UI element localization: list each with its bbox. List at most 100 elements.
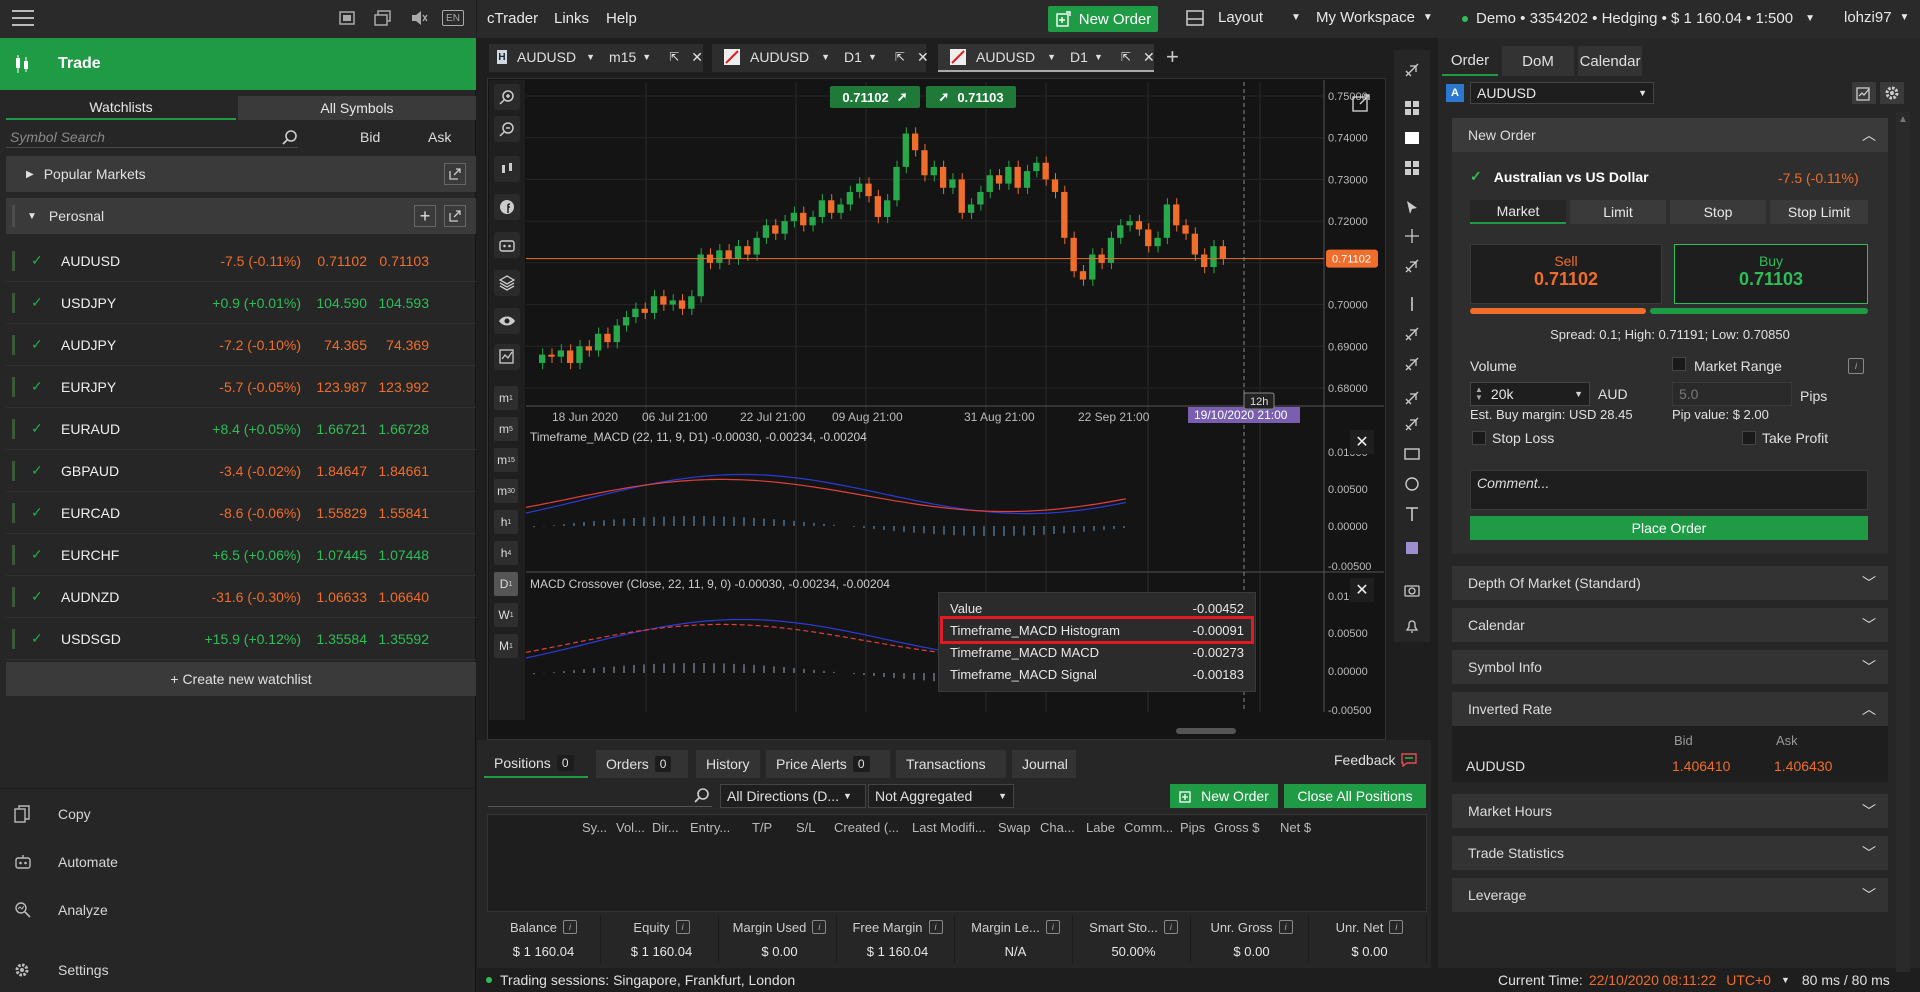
- bottom-tab-orders[interactable]: Orders 0: [596, 750, 688, 778]
- menu-settings[interactable]: Settings: [0, 946, 476, 992]
- column-header[interactable]: Gross $: [1214, 820, 1260, 835]
- section-leverage[interactable]: Leverage ﹀: [1452, 878, 1888, 912]
- menu-copy[interactable]: Copy: [0, 790, 476, 838]
- camera-icon[interactable]: [1400, 578, 1424, 602]
- column-header[interactable]: T/P: [752, 820, 772, 835]
- row-ask[interactable]: 1.07448: [367, 547, 429, 563]
- direction-select[interactable]: All Directions (D... ▼: [720, 784, 866, 808]
- column-header[interactable]: Labe: [1086, 820, 1115, 835]
- sell-button[interactable]: Sell 0.71102: [1470, 244, 1662, 304]
- chart-tab-1[interactable]: H AUDUSD ▼ m15 ▼ ⇱ ✕: [489, 44, 703, 72]
- close-icon[interactable]: ✕: [691, 49, 703, 66]
- row-bid[interactable]: 1.66721: [301, 421, 367, 437]
- popout-icon[interactable]: [444, 205, 466, 227]
- volume-input[interactable]: ▲ ▼ 20k ▼: [1470, 382, 1590, 406]
- aggregation-select[interactable]: Not Aggregated ▼: [868, 784, 1014, 808]
- timeframe-button[interactable]: D1: [494, 572, 518, 596]
- popout-icon[interactable]: ⇱: [895, 50, 905, 64]
- menu-analyze[interactable]: Analyze: [0, 886, 476, 934]
- workspace-menu[interactable]: My Workspace ▼: [1316, 9, 1433, 26]
- info-icon[interactable]: i: [1389, 920, 1404, 934]
- place-order-button[interactable]: Place Order: [1470, 516, 1868, 540]
- stop-loss-checkbox[interactable]: [1472, 431, 1486, 445]
- menu-help[interactable]: Help: [606, 10, 637, 27]
- section-inverted-rate[interactable]: Inverted Rate ︿: [1452, 692, 1888, 726]
- close-all-positions-button[interactable]: Close All Positions: [1284, 784, 1426, 808]
- order-type-limit[interactable]: Limit: [1570, 200, 1666, 224]
- account-selector[interactable]: Demo • 3354202 • Hedging • $ 1 160.04 • …: [1462, 10, 1815, 27]
- row-bid[interactable]: 104.590: [301, 295, 367, 311]
- chart-tab-2[interactable]: AUDUSD ▼ D1 ▼ ⇱ ✕: [712, 44, 929, 72]
- popular-markets-group[interactable]: ▶ Popular Markets: [6, 156, 476, 192]
- chart-settings-icon[interactable]: [1400, 58, 1424, 82]
- section-depth-of-market-standard-[interactable]: Depth Of Market (Standard) ﹀: [1452, 566, 1888, 600]
- column-header[interactable]: Pips: [1180, 820, 1205, 835]
- grid-icon[interactable]: [1400, 96, 1424, 120]
- row-bid[interactable]: 74.365: [301, 337, 367, 353]
- close-macd1-icon[interactable]: ✕: [1350, 430, 1374, 454]
- row-ask[interactable]: 104.593: [367, 295, 429, 311]
- create-watchlist-button[interactable]: + Create new watchlist: [6, 662, 476, 696]
- gear-icon[interactable]: [1880, 82, 1904, 104]
- watchlist-row[interactable]: ✓ USDSGD +15.9 (+0.12%) 1.35584 1.35592: [6, 618, 476, 660]
- section-market-hours[interactable]: Market Hours ﹀: [1452, 794, 1888, 828]
- cursor-icon[interactable]: [1400, 196, 1424, 220]
- chart-buy-box[interactable]: ➚ 0.71103: [926, 86, 1016, 108]
- popout-icon[interactable]: ⇱: [669, 50, 679, 64]
- feedback-button[interactable]: Feedback: [1334, 752, 1418, 768]
- timeframe-button[interactable]: m 30: [494, 479, 518, 503]
- tab-watchlists[interactable]: Watchlists: [6, 96, 236, 120]
- positions-new-order-button[interactable]: New Order: [1170, 784, 1278, 808]
- column-header[interactable]: Vol...: [616, 820, 645, 835]
- info-icon[interactable]: i: [675, 920, 690, 934]
- section-trade-statistics[interactable]: Trade Statistics ﹀: [1452, 836, 1888, 870]
- close-icon[interactable]: ✕: [1143, 49, 1155, 66]
- tab-all-symbols[interactable]: All Symbols: [238, 96, 476, 120]
- close-icon[interactable]: ✕: [917, 49, 929, 66]
- zoom-in-icon[interactable]: [494, 84, 520, 110]
- add-symbol-icon[interactable]: +: [414, 205, 436, 227]
- watchlist-row[interactable]: ✓ EURJPY -5.7 (-0.05%) 123.987 123.992: [6, 366, 476, 408]
- search-icon[interactable]: [282, 130, 298, 146]
- tab-calendar[interactable]: Calendar: [1578, 46, 1642, 76]
- info-icon[interactable]: i: [1163, 920, 1178, 934]
- measure-icon[interactable]: [1400, 254, 1424, 278]
- row-bid[interactable]: 1.07445: [301, 547, 367, 563]
- column-header[interactable]: S/L: [796, 820, 816, 835]
- timeframe-button[interactable]: m5: [494, 417, 518, 441]
- crosshair-icon[interactable]: [1400, 224, 1424, 248]
- watchlist-row[interactable]: ✓ EURCAD -8.6 (-0.06%) 1.55829 1.55841: [6, 492, 476, 534]
- column-header[interactable]: Created (...: [834, 820, 899, 835]
- robot-icon[interactable]: [494, 232, 520, 258]
- row-ask[interactable]: 1.55841: [367, 505, 429, 521]
- row-ask[interactable]: 1.66728: [367, 421, 429, 437]
- order-type-stop-limit[interactable]: Stop Limit: [1770, 200, 1868, 224]
- rectangle-icon[interactable]: [1400, 442, 1424, 466]
- watchlist-group-header[interactable]: ▼ Perosnal +: [6, 198, 476, 234]
- eye-icon[interactable]: [494, 308, 520, 334]
- row-bid[interactable]: 0.71102: [301, 253, 367, 269]
- pitchfork-icon[interactable]: [1400, 352, 1424, 376]
- trade-header[interactable]: Trade: [0, 38, 476, 90]
- fib-retracement-icon[interactable]: [1400, 412, 1424, 436]
- watchlist-row[interactable]: ✓ USDJPY +0.9 (+0.01%) 104.590 104.593: [6, 282, 476, 324]
- row-ask[interactable]: 123.992: [367, 379, 429, 395]
- positions-search-input[interactable]: [488, 785, 712, 807]
- info-icon[interactable]: i: [562, 920, 577, 934]
- watchlist-row[interactable]: ✓ AUDJPY -7.2 (-0.10%) 74.365 74.369: [6, 324, 476, 366]
- row-bid[interactable]: 1.06633: [301, 589, 367, 605]
- layout-2-icon[interactable]: [1400, 156, 1424, 180]
- chart-order-icon[interactable]: [1852, 82, 1876, 104]
- row-ask[interactable]: 1.35592: [367, 631, 429, 647]
- indicator-settings-icon[interactable]: [494, 344, 520, 370]
- popout-icon[interactable]: [444, 163, 466, 185]
- row-bid[interactable]: 123.987: [301, 379, 367, 395]
- zoom-out-icon[interactable]: [494, 116, 520, 142]
- bottom-tab-history[interactable]: History: [696, 750, 760, 778]
- timeframe-button[interactable]: h4: [494, 541, 518, 565]
- facebook-icon[interactable]: [494, 194, 520, 220]
- language-button[interactable]: EN: [442, 10, 464, 26]
- timeframe-button[interactable]: m 15: [494, 448, 518, 472]
- fill-icon[interactable]: [1400, 536, 1424, 560]
- bottom-tab-journal[interactable]: Journal: [1012, 750, 1076, 778]
